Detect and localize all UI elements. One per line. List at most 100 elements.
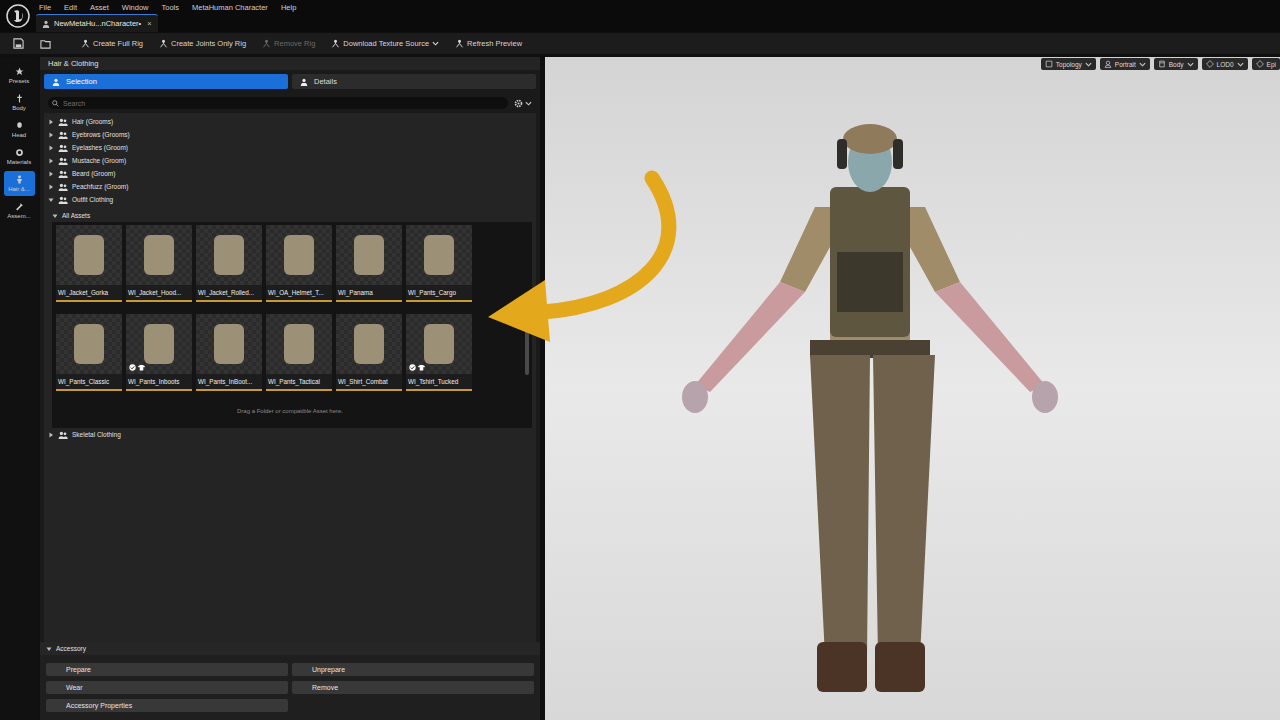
close-tab-button[interactable]: × [147, 19, 151, 28]
menu-item[interactable]: Window [122, 3, 149, 12]
sidebar-item[interactable]: Presets [4, 63, 35, 88]
scrollbar[interactable] [525, 222, 529, 428]
save-icon[interactable] [13, 38, 24, 49]
asset-tile[interactable]: WI_Pants_InBoot... [196, 314, 262, 391]
sidebar-item[interactable]: Head [4, 117, 35, 142]
menu-item[interactable]: Help [281, 3, 296, 12]
expand-arrow-icon[interactable] [48, 119, 54, 125]
search-options-button[interactable] [514, 99, 532, 108]
asset-tile[interactable]: WI_Pants_Tactical [266, 314, 332, 391]
asset-label: WI_Pants_Inboots [126, 374, 192, 391]
character-render [545, 57, 1280, 720]
toolbar-button[interactable]: Download Texture Source [326, 39, 444, 48]
menu-item[interactable]: MetaHuman Character [192, 3, 268, 12]
document-tab[interactable]: NewMetaHu...nCharacter• × [36, 14, 158, 32]
viewport-option-button[interactable]: Portrait [1100, 58, 1150, 70]
asset-tile[interactable]: WI_Pants_Classic [56, 314, 122, 391]
category-icon [58, 157, 68, 165]
expand-arrow-icon[interactable] [48, 132, 54, 138]
search-field[interactable]: Search [48, 97, 508, 109]
asset-tile[interactable]: WI_Jacket_Gorka [56, 225, 122, 302]
asset-label: WI_OA_Helmet_T... [266, 285, 332, 302]
viewport-option-button[interactable]: LOD0 [1202, 58, 1248, 70]
asset-tile[interactable]: WI_Pants_Cargo [406, 225, 472, 302]
expand-arrow-icon[interactable] [48, 145, 54, 151]
asset-tile[interactable]: WI_Panama [336, 225, 402, 302]
category-icon [58, 170, 68, 178]
asset-label: WI_Shirt_Combat [336, 374, 402, 391]
asset-label: WI_Jacket_Hood... [126, 285, 192, 302]
panel-tab[interactable]: Selection [44, 74, 288, 89]
menu-item[interactable]: Tools [161, 3, 179, 12]
tree-row[interactable]: Mustache (Groom) [48, 154, 532, 167]
sidebar-item[interactable]: Assem... [4, 198, 35, 223]
tree-row[interactable]: Hair (Grooms) [48, 115, 532, 128]
unreal-logo-icon[interactable] [6, 4, 30, 28]
sidebar-item[interactable]: Body [4, 90, 35, 115]
viewport[interactable]: Topology Portrait Body LOD0 Epi [545, 57, 1280, 720]
dropdown-arrow-icon [1139, 61, 1146, 68]
menu-item[interactable]: Edit [64, 3, 77, 12]
accessory-section: Accessory Prepare Unprepare Wear Remove Acce… [40, 642, 540, 720]
asset-grid-area: WI_Jacket_Gorka WI_Jacket_Hood... WI_Jac… [52, 222, 532, 428]
accessory-button[interactable]: Accessory Properties [46, 699, 288, 712]
worn-badge [409, 364, 425, 371]
accessory-header[interactable]: Accessory [40, 642, 540, 655]
asset-tile[interactable]: WI_Jacket_Hood... [126, 225, 192, 302]
menu-bar: File Edit Asset Window Tools MetaHuman Charac… [36, 0, 1280, 15]
panel-tab[interactable]: Details [292, 74, 536, 89]
sidebar-item[interactable]: Materials [4, 144, 35, 169]
accessory-button[interactable]: Remove [292, 681, 534, 694]
sidebar-item[interactable]: Hair &... [4, 171, 35, 196]
toolbar-button[interactable]: Create Joints Only Rig [154, 39, 251, 48]
mode-icon [15, 121, 24, 130]
asset-tile[interactable]: WI_Shirt_Combat [336, 314, 402, 391]
tree-row[interactable]: Outfit Clothing [48, 193, 532, 206]
asset-thumbnail [266, 314, 332, 374]
expand-arrow-icon[interactable] [48, 432, 54, 438]
asset-tile[interactable]: WI_Tshirt_Tucked [406, 314, 472, 391]
expand-arrow-icon[interactable] [52, 213, 58, 219]
tree-row[interactable]: Eyelashes (Groom) [48, 141, 532, 154]
hair-clothing-panel: Hair & Clothing Selection Details Search… [40, 57, 540, 720]
character-icon [42, 20, 50, 28]
expand-arrow-icon[interactable] [48, 171, 54, 177]
viewport-option-button[interactable]: Topology [1041, 58, 1096, 70]
toolbar-button[interactable]: Remove Rig [257, 39, 320, 48]
expand-arrow-icon[interactable] [48, 158, 54, 164]
mode-icon [15, 202, 24, 211]
asset-thumbnail [56, 225, 122, 285]
expand-arrow-icon[interactable] [48, 184, 54, 190]
accessory-button[interactable]: Unprepare [292, 663, 534, 676]
browse-icon[interactable] [40, 38, 51, 49]
expand-arrow-icon[interactable] [48, 197, 54, 203]
menu-item[interactable]: File [39, 3, 51, 12]
asset-tile[interactable]: WI_OA_Helmet_T... [266, 225, 332, 302]
asset-tile[interactable]: WI_Jacket_Rolled... [196, 225, 262, 302]
viewport-option-button[interactable]: Epi [1252, 58, 1280, 70]
menu-item[interactable]: Asset [90, 3, 109, 12]
rig-icon [455, 39, 464, 48]
accessory-button[interactable]: Wear [46, 681, 288, 694]
category-icon [58, 131, 68, 139]
metahuman-editor: File Edit Asset Window Tools MetaHuman Charac… [0, 0, 1280, 720]
toolbar-button[interactable]: Create Full Rig [76, 39, 148, 48]
dropdown-arrow-icon [432, 40, 439, 47]
callout-arrow-icon [0, 0, 1280, 720]
expand-arrow-icon[interactable] [46, 646, 52, 652]
accessory-button[interactable]: Prepare [46, 663, 288, 676]
tree-row[interactable]: Eyebrows (Grooms) [48, 128, 532, 141]
asset-thumbnail [266, 225, 332, 285]
asset-tile[interactable]: WI_Pants_Inboots [126, 314, 192, 391]
toolbar-button[interactable]: Refresh Preview [450, 39, 527, 48]
shirt-icon [418, 364, 425, 371]
viewport-toolbar: Topology Portrait Body LOD0 Epi [1041, 58, 1280, 70]
viewport-option-button[interactable]: Body [1154, 58, 1198, 70]
tree-row[interactable]: Peachfuzz (Groom) [48, 180, 532, 193]
asset-label: WI_Jacket_Rolled... [196, 285, 262, 302]
asset-label: WI_Tshirt_Tucked [406, 374, 472, 391]
tree-row[interactable]: Skeletal Clothing [48, 428, 532, 441]
tree-row[interactable]: Beard (Groom) [48, 167, 532, 180]
asset-group-header[interactable]: All Assets [48, 209, 532, 222]
asset-thumbnail [406, 225, 472, 285]
